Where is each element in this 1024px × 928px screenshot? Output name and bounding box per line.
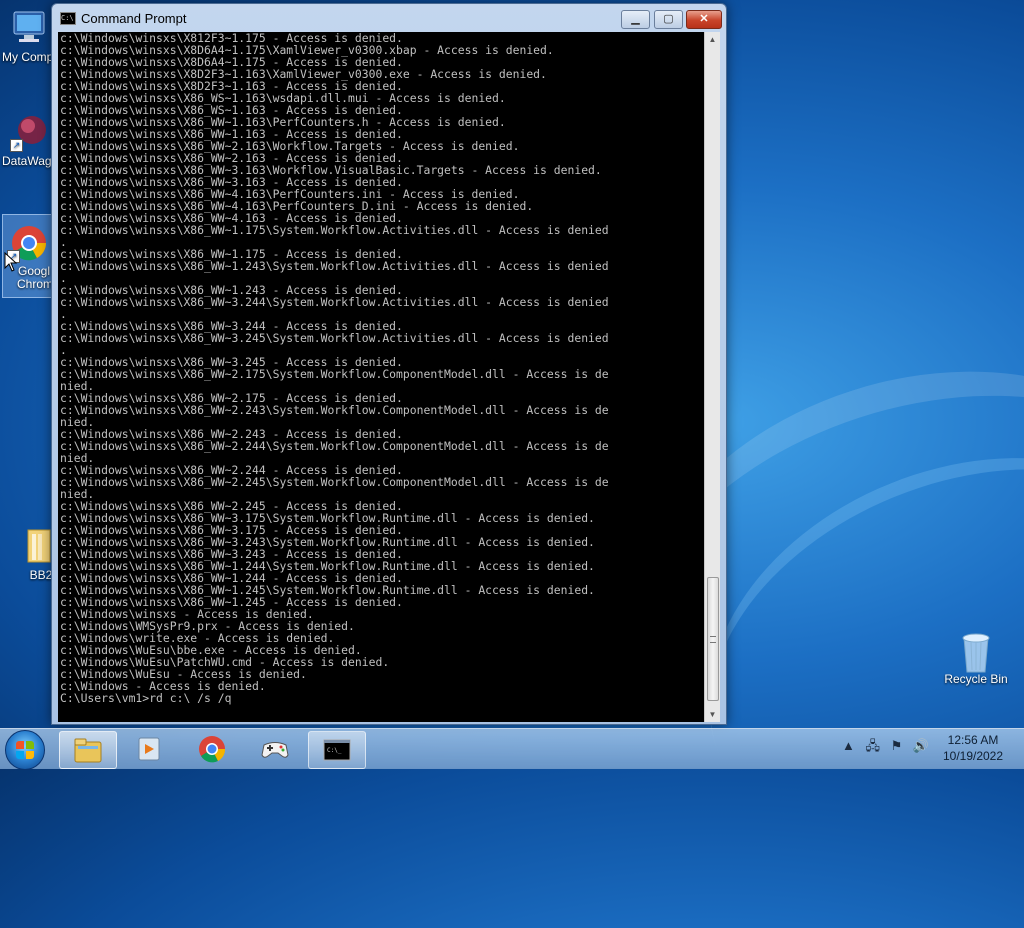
taskbar-game-controller[interactable] <box>247 731 303 767</box>
close-icon: ✕ <box>699 13 709 25</box>
scroll-up-arrow-icon[interactable]: ▲ <box>705 32 720 47</box>
taskbar-media-player[interactable] <box>121 731 177 767</box>
console-output[interactable]: c:\Windows\winsxs\X812F3~1.175 - Access … <box>58 32 704 722</box>
action-center-flag-icon[interactable]: ⚑ <box>891 738 903 753</box>
cmd-icon: C:\ <box>60 12 76 25</box>
desktop-icon-recycle-bin[interactable]: Recycle Bin <box>941 630 1011 686</box>
grip-icon <box>710 636 716 643</box>
shortcut-arrow-icon: ↗ <box>10 139 23 152</box>
window-title: Command Prompt <box>81 11 187 26</box>
game-controller-icon <box>260 735 290 763</box>
recycle-bin-icon <box>956 630 996 673</box>
scroll-down-arrow-icon[interactable]: ▼ <box>705 707 720 722</box>
start-button[interactable] <box>5 730 45 770</box>
minimize-icon: ▁ <box>631 13 640 25</box>
minimize-button[interactable]: ▁ <box>621 10 650 29</box>
folder-icon <box>14 526 54 566</box>
windows-logo-icon <box>16 741 34 759</box>
mouse-cursor-icon <box>4 252 18 272</box>
title-bar[interactable]: C:\ Command Prompt ▁ ▢ ✕ <box>52 4 726 32</box>
computer-icon <box>10 8 50 48</box>
maximize-button[interactable]: ▢ <box>654 10 683 29</box>
console-prompt-line[interactable]: C:\Users\vm1>rd c:\ /s /q <box>58 692 704 704</box>
desktop-icon-label: Recycle Bin <box>944 672 1008 686</box>
network-icon[interactable]: 🖧 <box>866 738 881 753</box>
clock-date: 10/19/2022 <box>942 749 1004 763</box>
taskbar: C:\_ ▲ 🖧 ⚑ 🔊 12:56 AM 10/19/2022 <box>0 728 1024 770</box>
show-hidden-icons-icon[interactable]: ▲ <box>842 738 855 753</box>
chrome-icon <box>197 735 227 763</box>
volume-icon[interactable]: 🔊 <box>913 738 929 753</box>
console-text: c:\Windows\winsxs\X812F3~1.175 - Access … <box>60 32 609 693</box>
media-player-icon <box>134 735 164 763</box>
file-explorer-icon <box>73 736 103 764</box>
clock-time: 12:56 AM <box>947 733 999 747</box>
datawag-icon: ↗ <box>10 112 50 152</box>
command-prompt-window[interactable]: C:\ Command Prompt ▁ ▢ ✕ c:\Windows\wins… <box>51 3 727 725</box>
taskbar-file-explorer[interactable] <box>59 731 117 769</box>
clock[interactable]: 12:56 AM 10/19/2022 <box>930 732 1016 764</box>
svg-text:C:\_: C:\_ <box>327 747 342 754</box>
scrollbar-thumb[interactable] <box>707 577 719 701</box>
maximize-icon: ▢ <box>663 13 674 25</box>
taskbar-chrome[interactable] <box>184 731 240 767</box>
vertical-scrollbar[interactable]: ▲ ▼ <box>704 32 720 722</box>
cmd-icon: C:\_ <box>322 736 352 764</box>
system-tray: ▲ 🖧 ⚑ 🔊 <box>842 737 936 759</box>
close-button[interactable]: ✕ <box>686 10 722 29</box>
taskbar-command-prompt[interactable]: C:\_ <box>308 731 366 769</box>
